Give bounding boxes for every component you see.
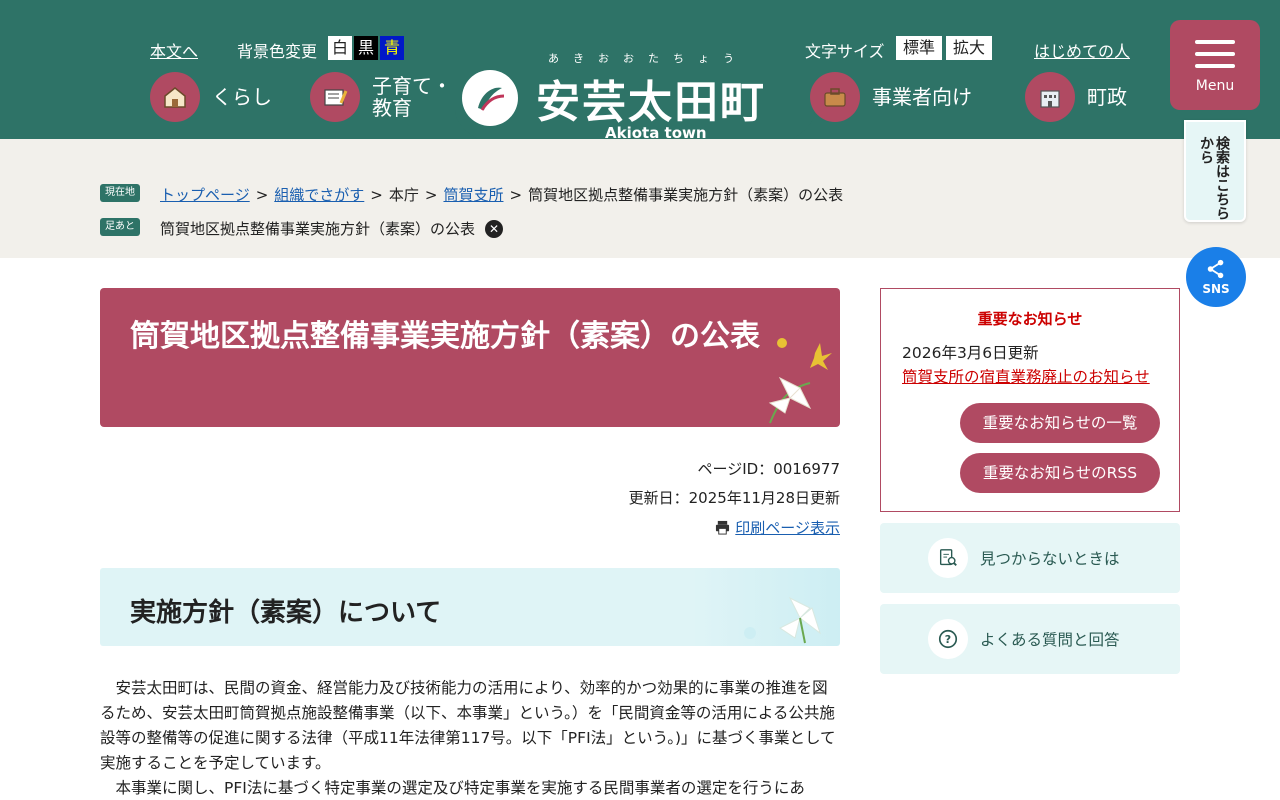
page-title-box: 筒賀地区拠点整備事業実施方針（素案）の公表 [100,288,840,427]
breadcrumb-tsuga-branch[interactable]: 筒賀支所 [443,184,503,205]
nav-label: 町政 [1087,85,1127,109]
first-time-visitor-link[interactable]: はじめての人 [1034,38,1130,62]
footprint-tag: 足あと [100,218,140,236]
faq-card[interactable]: ? よくある質問と回答 [880,604,1180,674]
font-standard-button[interactable]: 標準 [896,36,942,60]
menu-label: Menu [1195,78,1235,94]
bg-color-label: 背景色変更 [237,42,318,61]
font-large-button[interactable]: 拡大 [946,36,992,60]
notice-link[interactable]: 筒賀支所の宿直業務廃止のお知らせ [902,365,1150,387]
share-icon [1207,259,1224,279]
hamburger-icon [1195,40,1235,44]
notice-list-button[interactable]: 重要なお知らせの一覧 [960,403,1160,443]
bg-black-button[interactable]: 黒 [354,36,378,60]
font-size-label: 文字サイズ [805,42,885,61]
not-found-card[interactable]: 見つからないときは [880,523,1180,593]
section-heading-box: 実施方針（素案）について [100,568,840,646]
paragraph: 本事業に関し、PFI法に基づく特定事業の選定及び特定事業を実施する民間事業者の選… [115,779,805,797]
printer-icon [716,520,730,535]
updated-date: 更新日：2025年11月28日更新 [628,489,840,507]
print-link-label: 印刷ページ表示 [735,519,840,537]
nav-label: 子育て・教育 [372,74,452,120]
page-title: 筒賀地区拠点整備事業実施方針（素案）の公表 [130,319,760,354]
question-bubble-icon: ? [928,619,968,659]
breadcrumb-top[interactable]: トップページ [160,184,250,205]
nav-kurashi[interactable]: くらし [150,72,272,122]
notice-title: 重要なお知らせ [977,310,1083,328]
sns-share-button[interactable]: SNS [1186,247,1246,307]
lily-flower-icon [768,338,832,424]
document-search-icon [928,538,968,578]
nav-kosodate[interactable]: 子育て・教育 [310,72,452,122]
nav-label: 事業者向け [872,85,972,109]
decorative-lily-icon [744,596,821,644]
skip-to-content-link[interactable]: 本文へ [150,38,198,62]
house-icon [150,72,200,122]
nav-label: くらし [212,85,272,109]
book-pencil-icon [310,72,360,122]
sns-label: SNS [1202,282,1230,296]
breadcrumb-honcho: 本庁 [388,186,419,204]
breadcrumb-current: 筒賀地区拠点整備事業実施方針（素案）の公表 [528,186,844,204]
body-content: 安芸太田町は、民間の資金、経営能力及び技術能力の活用により、効率的かつ効果的に事… [100,676,840,800]
breadcrumb-organization[interactable]: 組織でさがす [274,184,364,205]
footprint-item[interactable]: 筒賀地区拠点整備事業実施方針（素案）の公表 [160,218,475,239]
page-id: ページID：0016977 [697,460,840,478]
search-tab[interactable]: 検索はこちらから [1184,120,1246,222]
close-icon[interactable]: ✕ [485,219,504,238]
nav-business[interactable]: 事業者向け [810,72,972,122]
notice-date: 2026年3月6日更新 [902,344,1039,362]
nav-town-government[interactable]: 町政 [1025,72,1127,122]
search-tab-label: 検索はこちらから [1198,136,1230,220]
footprint-row: 筒賀地区拠点整備事業実施方針（素案）の公表 ✕ [160,218,504,239]
bg-blue-button[interactable]: 青 [380,36,404,60]
current-location-tag: 現在地 [100,184,140,202]
svg-text:?: ? [945,633,951,646]
breadcrumb: トップページ > 組織でさがす > 本庁 > 筒賀支所 > 筒賀地区拠点整備事業… [160,184,844,205]
site-logo[interactable]: 安芸太田町 [536,66,766,130]
bg-white-button[interactable]: 白 [328,36,352,60]
section-heading: 実施方針（素案）について [130,598,442,628]
print-page-link[interactable]: 印刷ページ表示 [715,517,840,538]
menu-button[interactable]: Menu [1170,20,1260,110]
paragraph: 安芸太田町は、民間の資金、経営能力及び技術能力の活用により、効率的かつ効果的に事… [100,679,836,772]
notice-rss-button[interactable]: 重要なお知らせのRSS [960,453,1160,493]
town-emblem-icon[interactable] [462,70,518,126]
logo-ruby: あきおおたちょう [548,52,748,65]
faq-label: よくある質問と回答 [980,631,1120,649]
building-icon [1025,72,1075,122]
briefcase-icon [810,72,860,122]
not-found-label: 見つからないときは [980,550,1120,568]
important-notice-box: 重要なお知らせ 2026年3月6日更新 筒賀支所の宿直業務廃止のお知らせ 重要な… [880,288,1180,512]
